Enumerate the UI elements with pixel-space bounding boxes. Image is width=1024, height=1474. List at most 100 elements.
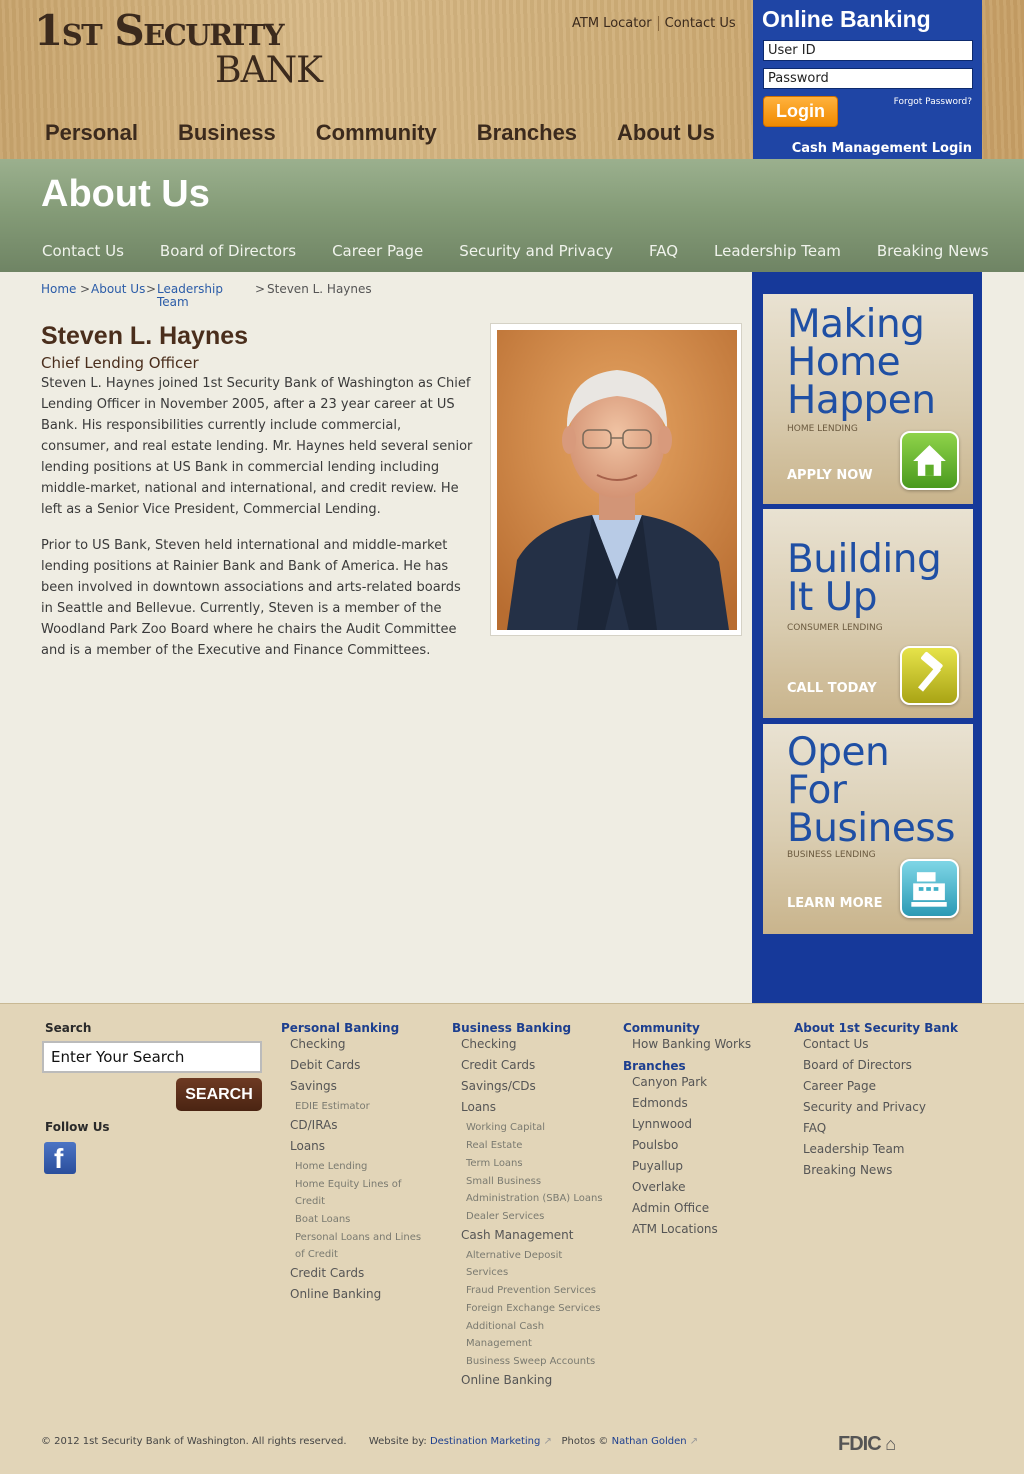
footer-link[interactable]: Canyon Park	[632, 1075, 707, 1089]
footer-sublink[interactable]: Business Sweep Accounts	[466, 1356, 595, 1367]
footer-link[interactable]: Cash Management	[461, 1228, 573, 1242]
footer-sublink[interactable]: Small Business	[466, 1176, 541, 1187]
footer-sublink[interactable]: Personal Loans and Lines	[295, 1232, 421, 1243]
destination-marketing-link[interactable]: Destination Marketing	[430, 1436, 540, 1447]
footer-link[interactable]: Loans	[290, 1139, 325, 1153]
footer-sublink[interactable]: EDIE Estimator	[295, 1101, 370, 1112]
cash-management-login-link[interactable]: Cash Management Login	[792, 141, 972, 156]
subnav-board-of-directors[interactable]: Board of Directors	[160, 242, 296, 260]
footer-sublink[interactable]: Foreign Exchange Services	[466, 1303, 600, 1314]
atm-locator-link[interactable]: ATM Locator	[566, 16, 658, 31]
nav-business[interactable]: Business	[178, 120, 276, 146]
footer-heading-community[interactable]: Community	[623, 1021, 700, 1035]
nav-about-us[interactable]: About Us	[617, 120, 715, 146]
profile-name: Steven L. Haynes	[41, 322, 249, 350]
footer-link[interactable]: Savings	[290, 1079, 337, 1093]
footer-sublink[interactable]: Dealer Services	[466, 1211, 544, 1222]
footer-sublink[interactable]: Real Estate	[466, 1140, 522, 1151]
user-id-input[interactable]	[763, 40, 973, 61]
nav-personal[interactable]: Personal	[45, 120, 138, 146]
subnav-career-page[interactable]: Career Page	[332, 242, 423, 260]
footer-link[interactable]: Breaking News	[803, 1163, 892, 1177]
promo-business-lending[interactable]: Open For Business BUSINESS LENDING LEARN…	[763, 724, 973, 934]
footer-link[interactable]: Debit Cards	[290, 1058, 360, 1072]
breadcrumb-leadership-team[interactable]: Leadership	[157, 282, 223, 296]
profile-bio-paragraph-2: Prior to US Bank, Steven held internatio…	[41, 538, 461, 658]
footer-sublink[interactable]: Working Capital	[466, 1122, 545, 1133]
breadcrumb-home[interactable]: Home	[41, 282, 76, 296]
footer-sublink[interactable]: Alternative Deposit	[466, 1250, 562, 1261]
footer-link[interactable]: ATM Locations	[632, 1222, 718, 1236]
subnav-breaking-news[interactable]: Breaking News	[877, 242, 989, 260]
portrait-image	[497, 330, 737, 630]
promo-home-lending[interactable]: Making Home Happen HOME LENDING APPLY NO…	[763, 294, 973, 504]
follow-us-label: Follow Us	[45, 1120, 110, 1134]
footer-link[interactable]: Credit Cards	[461, 1058, 535, 1072]
forgot-password-link[interactable]: Forgot Password?	[894, 97, 972, 107]
nathan-golden-link[interactable]: Nathan Golden	[612, 1436, 687, 1447]
breadcrumb-about-us[interactable]: About Us	[91, 282, 145, 296]
footer-sublink[interactable]: Services	[466, 1267, 508, 1278]
footer-link[interactable]: Online Banking	[461, 1373, 552, 1387]
footer-link[interactable]: Board of Directors	[803, 1058, 912, 1072]
subnav-security-privacy[interactable]: Security and Privacy	[459, 242, 613, 260]
promo-cta-apply-now[interactable]: APPLY NOW	[787, 468, 873, 483]
profile-title: Chief Lending Officer	[41, 354, 199, 372]
breadcrumb-current: Steven L. Haynes	[267, 282, 372, 296]
footer-link[interactable]: Loans	[461, 1100, 496, 1114]
contact-us-link[interactable]: Contact Us	[657, 16, 742, 31]
footer-sublink[interactable]: Management	[466, 1338, 532, 1349]
profile-bio-paragraph-1: Steven L. Haynes joined 1st Security Ban…	[41, 376, 473, 517]
footer-link[interactable]: Checking	[290, 1037, 345, 1051]
nav-community[interactable]: Community	[316, 120, 437, 146]
footer-heading-about[interactable]: About 1st Security Bank	[794, 1021, 958, 1035]
footer-sublink[interactable]: Fraud Prevention Services	[466, 1285, 596, 1296]
footer-search-input[interactable]	[42, 1041, 262, 1073]
footer-search-button[interactable]: SEARCH	[176, 1078, 262, 1111]
footer-link[interactable]: Credit Cards	[290, 1266, 364, 1280]
footer-link[interactable]: Checking	[461, 1037, 516, 1051]
footer-link[interactable]: How Banking Works	[632, 1037, 751, 1051]
footer-link[interactable]: Edmonds	[632, 1096, 688, 1110]
promo-cta-learn-more[interactable]: LEARN MORE	[787, 896, 883, 911]
footer-link[interactable]: CD/IRAs	[290, 1118, 338, 1132]
breadcrumb-leadership-team-line2[interactable]: Team	[157, 295, 189, 309]
facebook-icon[interactable]: f	[44, 1142, 76, 1174]
footer-link[interactable]: Contact Us	[803, 1037, 869, 1051]
footer-sublink[interactable]: Term Loans	[466, 1158, 523, 1169]
footer-link[interactable]: Security and Privacy	[803, 1100, 926, 1114]
footer-heading-personal[interactable]: Personal Banking	[281, 1021, 399, 1035]
subnav-contact-us[interactable]: Contact Us	[42, 242, 124, 260]
house-icon	[900, 431, 959, 490]
footer-link[interactable]: Career Page	[803, 1079, 876, 1093]
promo-cta-call-today[interactable]: CALL TODAY	[787, 681, 877, 696]
footer-link[interactable]: Puyallup	[632, 1159, 683, 1173]
footer-link[interactable]: Savings/CDs	[461, 1079, 536, 1093]
footer-heading-business[interactable]: Business Banking	[452, 1021, 571, 1035]
promo-category: HOME LENDING	[787, 424, 858, 434]
footer-heading-branches[interactable]: Branches	[623, 1059, 686, 1073]
promo-headline-line: Making	[787, 302, 925, 347]
footer-link[interactable]: Poulsbo	[632, 1138, 678, 1152]
footer-sublink[interactable]: of Credit	[295, 1249, 338, 1260]
footer-link[interactable]: Overlake	[632, 1180, 685, 1194]
footer-link[interactable]: Admin Office	[632, 1201, 709, 1215]
login-button[interactable]: Login	[763, 96, 838, 127]
footer-link[interactable]: Lynnwood	[632, 1117, 692, 1131]
footer-link[interactable]: Leadership Team	[803, 1142, 904, 1156]
footer-sublink[interactable]: Additional Cash	[466, 1321, 544, 1332]
footer-sublink[interactable]: Boat Loans	[295, 1214, 350, 1225]
footer-sublink[interactable]: Home Lending	[295, 1161, 367, 1172]
nav-branches[interactable]: Branches	[477, 120, 577, 146]
password-input[interactable]	[763, 68, 973, 89]
footer-sublink[interactable]: Credit	[295, 1196, 325, 1207]
subnav-leadership-team[interactable]: Leadership Team	[714, 242, 841, 260]
footer-link[interactable]: FAQ	[803, 1121, 826, 1135]
footer-sublink[interactable]: Administration (SBA) Loans	[466, 1193, 603, 1204]
subnav-faq[interactable]: FAQ	[649, 242, 678, 260]
footer-sublink[interactable]: Home Equity Lines of	[295, 1179, 401, 1190]
footer-link[interactable]: Online Banking	[290, 1287, 381, 1301]
promo-consumer-lending[interactable]: Building It Up CONSUMER LENDING CALL TOD…	[763, 509, 973, 718]
bank-logo[interactable]: 1st Security BANK	[34, 6, 324, 91]
promo-headline-line: Home	[787, 340, 901, 385]
